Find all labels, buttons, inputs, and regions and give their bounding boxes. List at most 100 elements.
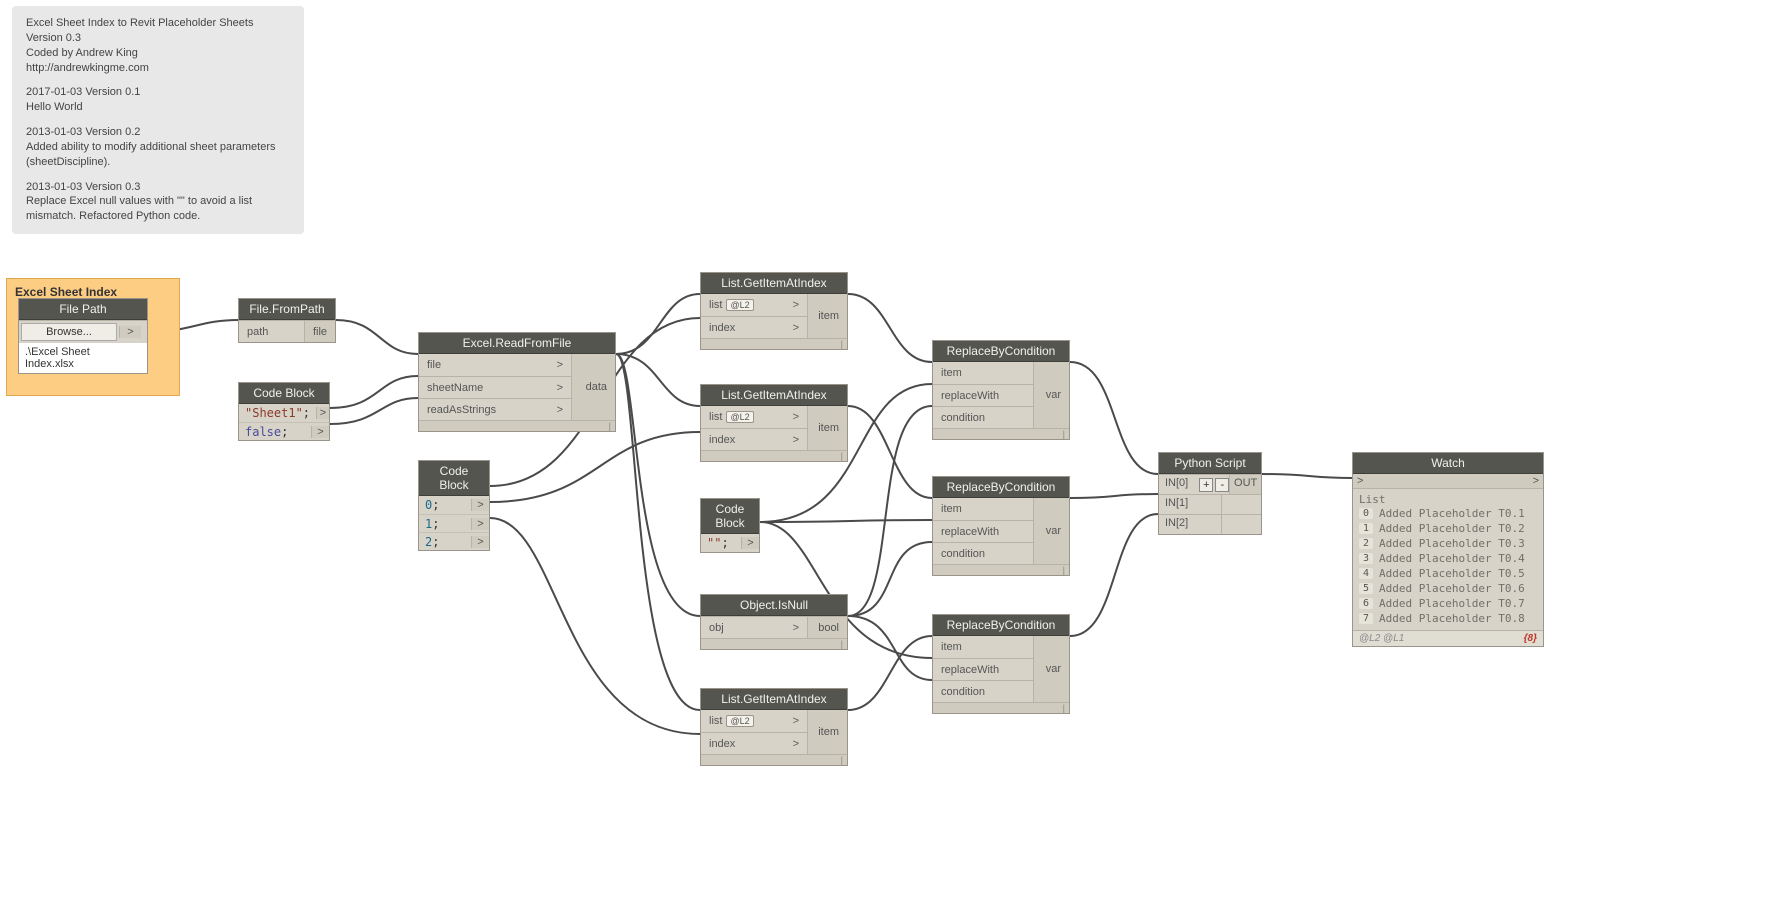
watch-item: Added Placeholder T0.6	[1379, 582, 1525, 595]
watch-input-chevron[interactable]: >	[1357, 475, 1363, 487]
node-replace-by-condition-3[interactable]: ReplaceByCondition item replaceWith cond…	[932, 614, 1070, 714]
node-header[interactable]: ReplaceByCondition	[933, 615, 1069, 636]
node-header[interactable]: Watch	[1353, 453, 1543, 474]
node-header[interactable]: List.GetItemAtIndex	[701, 689, 847, 710]
node-header[interactable]: List.GetItemAtIndex	[701, 273, 847, 294]
input-obj[interactable]: obj>	[701, 617, 807, 638]
input-replace-with[interactable]: replaceWith	[933, 659, 1033, 680]
output-item[interactable]: item	[807, 406, 847, 450]
node-header[interactable]: Object.IsNull	[701, 595, 847, 616]
output-var[interactable]: var	[1033, 636, 1069, 702]
node-get-item-at-index-1[interactable]: List.GetItemAtIndex list @L2 > index> it…	[700, 272, 848, 350]
watch-item: Added Placeholder T0.4	[1379, 552, 1525, 565]
input-sheetname[interactable]: sheetName>	[419, 377, 571, 398]
code-output[interactable]: >	[471, 499, 489, 511]
node-object-is-null[interactable]: Object.IsNull obj> bool |	[700, 594, 848, 650]
note-line: Hello World	[26, 100, 290, 115]
node-file-from-path[interactable]: File.FromPath path file	[238, 298, 336, 343]
node-watch[interactable]: Watch > > List 0Added Placeholder T0.1 1…	[1352, 452, 1544, 647]
input-readasstrings[interactable]: readAsStrings>	[419, 399, 571, 420]
input-list[interactable]: list @L2 >	[701, 294, 807, 316]
info-note: Excel Sheet Index to Revit Placeholder S…	[12, 6, 304, 234]
input-file[interactable]: file>	[419, 354, 571, 376]
node-get-item-at-index-2[interactable]: List.GetItemAtIndex list @L2 > index> it…	[700, 384, 848, 462]
node-header[interactable]: Python Script	[1159, 453, 1261, 474]
lacing-pill[interactable]: @L2	[726, 411, 753, 423]
code-output[interactable]: >	[316, 407, 329, 419]
note-line: Replace Excel null values with "" to avo…	[26, 194, 290, 224]
code-text[interactable]: "Sheet1"	[245, 406, 303, 420]
output-var[interactable]: var	[1033, 362, 1069, 428]
node-header[interactable]: ReplaceByCondition	[933, 477, 1069, 498]
input-condition[interactable]: condition	[933, 407, 1033, 428]
watch-index: 5	[1359, 583, 1373, 594]
watch-index: 6	[1359, 598, 1373, 609]
lacing-indicator: |	[701, 754, 847, 765]
output-file[interactable]: file	[304, 321, 335, 342]
node-header[interactable]: List.GetItemAtIndex	[701, 385, 847, 406]
input-list[interactable]: list @L2 >	[701, 406, 807, 428]
node-get-item-at-index-3[interactable]: List.GetItemAtIndex list @L2 > index> it…	[700, 688, 848, 766]
watch-index: 4	[1359, 568, 1373, 579]
output-item[interactable]: item	[807, 710, 847, 754]
node-excel-read-from-file[interactable]: Excel.ReadFromFile file> sheetName> read…	[418, 332, 616, 432]
node-code-block-indices[interactable]: Code Block 0;> 1;> 2;>	[418, 460, 490, 551]
code-output[interactable]: >	[741, 537, 759, 549]
code-text[interactable]: false	[245, 425, 281, 439]
output-item[interactable]: item	[807, 294, 847, 338]
input-condition[interactable]: condition	[933, 681, 1033, 702]
watch-list-label: List	[1359, 493, 1537, 506]
node-header[interactable]: Code Block	[239, 383, 329, 404]
remove-input-button[interactable]: -	[1215, 478, 1229, 492]
lacing-pill[interactable]: @L2	[726, 299, 753, 311]
input-condition[interactable]: condition	[933, 543, 1033, 564]
input-item[interactable]: item	[933, 498, 1033, 520]
input-in1[interactable]: IN[1]	[1159, 495, 1207, 514]
note-line: Excel Sheet Index to Revit Placeholder S…	[26, 16, 290, 31]
input-item[interactable]: item	[933, 362, 1033, 384]
output-bool[interactable]: bool	[807, 617, 847, 638]
watch-index: 2	[1359, 538, 1373, 549]
code-output[interactable]: >	[311, 426, 329, 438]
code-output[interactable]: >	[471, 518, 489, 530]
input-path[interactable]: path	[239, 321, 304, 342]
node-header[interactable]: Code Block	[419, 461, 489, 496]
node-header[interactable]: Excel.ReadFromFile	[419, 333, 615, 354]
output-var[interactable]: var	[1033, 498, 1069, 564]
code-output[interactable]: >	[471, 536, 489, 548]
node-code-block-empty-string[interactable]: Code Block ""; >	[700, 498, 760, 553]
node-header[interactable]: File Path	[19, 299, 147, 320]
input-index[interactable]: index>	[701, 733, 807, 754]
watch-index: 0	[1359, 508, 1373, 519]
node-header[interactable]: File.FromPath	[239, 299, 335, 320]
lacing-pill[interactable]: @L2	[726, 715, 753, 727]
node-header[interactable]: Code Block	[701, 499, 759, 534]
input-item[interactable]: item	[933, 636, 1033, 658]
node-python-script[interactable]: Python Script IN[0] + - OUT IN[1] IN[2]	[1158, 452, 1262, 535]
input-list[interactable]: list @L2 >	[701, 710, 807, 732]
group-title: Excel Sheet Index	[15, 285, 117, 299]
input-index[interactable]: index>	[701, 317, 807, 338]
input-replace-with[interactable]: replaceWith	[933, 385, 1033, 406]
output-out[interactable]: OUT	[1229, 475, 1261, 494]
input-index[interactable]: index>	[701, 429, 807, 450]
node-replace-by-condition-2[interactable]: ReplaceByCondition item replaceWith cond…	[932, 476, 1070, 576]
add-input-button[interactable]: +	[1199, 478, 1213, 492]
watch-index: 3	[1359, 553, 1373, 564]
browse-button[interactable]: Browse...	[21, 323, 117, 341]
note-line: 2013-01-03 Version 0.2	[26, 125, 290, 140]
lacing-indicator: |	[701, 638, 847, 649]
output-port[interactable]: >	[119, 326, 141, 338]
code-text[interactable]: ""	[707, 536, 721, 550]
watch-output-chevron[interactable]: >	[1533, 475, 1539, 487]
input-in2[interactable]: IN[2]	[1159, 515, 1207, 534]
node-replace-by-condition-1[interactable]: ReplaceByCondition item replaceWith cond…	[932, 340, 1070, 440]
input-in0[interactable]: IN[0]	[1159, 475, 1199, 494]
lacing-indicator: |	[933, 564, 1069, 575]
node-file-path[interactable]: File Path Browse... > .\Excel Sheet Inde…	[18, 298, 148, 374]
node-code-block-sheet[interactable]: Code Block "Sheet1"; > false; >	[238, 382, 330, 441]
node-header[interactable]: ReplaceByCondition	[933, 341, 1069, 362]
input-replace-with[interactable]: replaceWith	[933, 521, 1033, 542]
output-data[interactable]: data	[571, 354, 615, 420]
watch-item: Added Placeholder T0.3	[1379, 537, 1525, 550]
